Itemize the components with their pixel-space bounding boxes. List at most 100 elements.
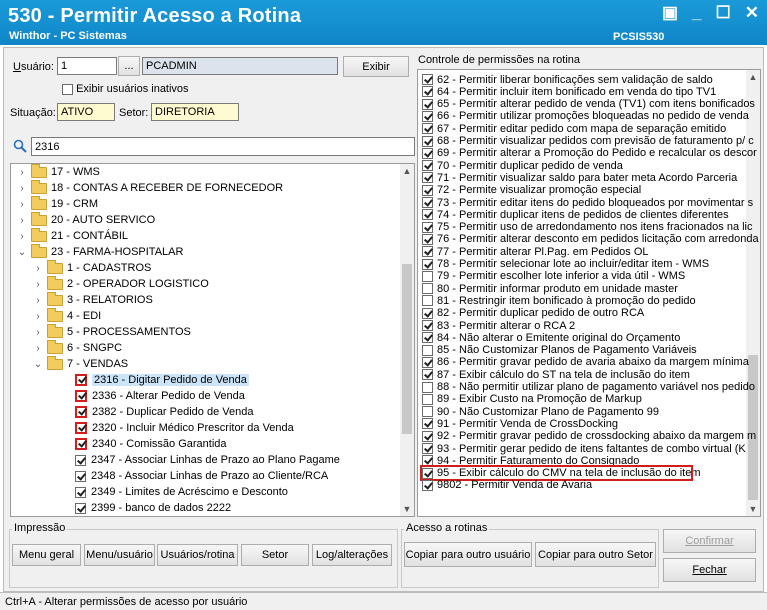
permission-checkbox[interactable] [422,209,433,221]
permission-item[interactable]: 78 - Permitir selecionar lote ao incluir… [422,258,709,271]
permission-checkbox[interactable] [422,270,433,282]
permission-item[interactable]: 69 - Permitir alterar a Promoção do Pedi… [422,147,757,160]
permission-checkbox[interactable] [422,98,433,110]
permission-item[interactable]: 79 - Permitir escolher lote inferior a v… [422,270,685,283]
chevron-right-icon[interactable]: › [17,231,27,242]
chevron-right-icon[interactable]: › [17,167,27,178]
permission-item[interactable]: 74 - Permitir duplicar itens de pedidos … [422,208,729,221]
routine-checkbox[interactable] [75,502,86,514]
routine-checkbox[interactable] [75,486,86,498]
permission-checkbox[interactable] [422,74,433,85]
permission-item[interactable]: 93 - Permitir gerar pedido de itens falt… [422,442,746,455]
chevron-right-icon[interactable]: › [33,327,43,338]
permission-checkbox[interactable] [422,320,433,331]
tree-folder-item[interactable]: ⌄ 23 - FARMA-HOSPITALAR [17,243,183,260]
scroll-thumb[interactable] [748,355,758,500]
permission-item[interactable]: 75 - Permitir uso de arredondamento nos … [422,221,753,234]
confirm-button[interactable]: Confirmar [663,529,756,553]
tree-folder-item[interactable]: › 21 - CONTÁBIL [17,227,128,244]
permission-checkbox[interactable] [422,160,433,172]
permission-checkbox[interactable] [422,86,433,98]
permission-item[interactable]: 9802 - Permitir Venda de Avaria [422,479,592,492]
permission-checkbox[interactable] [422,356,433,368]
permission-item[interactable]: 66 - Permitir utilizar promoções bloquea… [422,110,749,123]
scroll-down-icon[interactable]: ▼ [400,502,414,516]
permission-checkbox[interactable] [422,443,433,454]
scroll-thumb[interactable] [402,264,412,434]
permission-checkbox[interactable] [422,221,433,233]
scroll-up-icon[interactable]: ▲ [400,164,414,178]
tree-routine-item[interactable]: 2336 - Alterar Pedido de Venda [75,388,245,404]
permission-item[interactable]: 67 - Permitir editar pedido com mapa de … [422,122,726,135]
chevron-right-icon[interactable]: › [17,199,27,210]
scroll-down-icon[interactable]: ▼ [746,502,760,516]
permission-checkbox[interactable] [422,307,433,319]
permission-item[interactable]: 82 - Permitir duplicar pedido de outro R… [422,307,644,320]
permission-checkbox[interactable] [422,110,433,122]
tree-folder-item[interactable]: › 17 - WMS [17,164,100,180]
permission-item[interactable]: 92 - Permitir gravar pedido de crossdock… [422,430,756,443]
permission-item[interactable]: 90 - Não Customizar Plano de Pagamento 9… [422,405,659,418]
print-sector-button[interactable]: Setor [241,544,309,566]
permission-checkbox[interactable] [422,233,433,245]
copy-to-sector-button[interactable]: Copiar para outro Setor [535,542,656,567]
permission-item[interactable]: 62 - Permitir liberar bonificações sem v… [422,73,713,86]
permission-checkbox[interactable] [422,246,433,258]
permission-item[interactable]: 70 - Permitir duplicar pedido de venda [422,159,623,172]
tree-routine-item[interactable]: 2320 - Incluir Médico Prescritor da Vend… [75,420,294,436]
show-inactive-checkbox[interactable] [62,83,73,95]
permission-checkbox[interactable] [422,135,433,147]
tree-folder-item[interactable]: ⌄ 7 - VENDAS [33,355,128,372]
permission-checkbox[interactable] [422,184,433,196]
permission-item[interactable]: 76 - Permitir alterar desconto em pedido… [422,233,759,246]
permission-item[interactable]: 72 - Permite visualizar promoção especia… [422,184,641,197]
routine-checkbox[interactable] [75,390,87,402]
print-user-menu-button[interactable]: Menu/usuário [84,544,155,566]
permission-item[interactable]: 81 - Restringir item bonificado à promoç… [422,294,696,307]
permission-checkbox[interactable] [422,147,433,159]
tree-routine-item[interactable]: 2316 - Digitar Pedido de Venda [75,372,249,388]
permission-checkbox[interactable] [422,172,433,184]
routine-checkbox[interactable] [75,422,87,434]
chevron-right-icon[interactable]: › [17,215,27,226]
permission-checkbox[interactable] [422,332,433,344]
permission-checkbox[interactable] [422,344,433,356]
permission-checkbox[interactable] [422,393,433,405]
tree-routine-item[interactable]: 2349 - Limites de Acréscimo e Desconto [75,484,288,500]
tree-folder-item[interactable]: ›8 - CONTRATO DE PARCERIA [47,515,56,516]
tree-routine-item[interactable]: 2382 - Duplicar Pedido de Venda [75,404,253,420]
permission-item[interactable]: 91 - Permitir Venda de CrossDocking [422,417,618,430]
print-change-log-button[interactable]: Log/alterações [312,544,392,566]
tree-folder-item[interactable]: › 1 - CADASTROS [33,259,151,276]
chevron-right-icon[interactable]: › [33,311,43,322]
permission-item[interactable]: 65 - Permitir alterar pedido de venda (T… [422,98,755,111]
permission-item[interactable]: 89 - Exibir Custo na Promoção de Markup [422,393,642,406]
chevron-right-icon[interactable]: › [33,343,43,354]
routine-checkbox[interactable] [75,374,87,386]
chevron-right-icon[interactable]: › [33,263,43,274]
tree-folder-item[interactable]: › 6 - SNGPC [33,339,122,356]
routine-search-input[interactable] [31,137,415,156]
tree-routine-item[interactable]: 2340 - Comissão Garantida [75,436,227,452]
user-lookup-button[interactable]: ... [118,56,140,76]
tree-scrollbar[interactable]: ▲ ▼ [400,164,414,516]
routine-checkbox[interactable] [75,470,86,482]
tree-folder-item[interactable]: › 20 - AUTO SERVICO [17,211,155,228]
chevron-right-icon[interactable]: › [17,183,27,194]
tree-folder-item[interactable]: › 4 - EDI [33,307,101,324]
permission-item[interactable]: 68 - Permitir visualizar pedidos com pre… [422,135,754,148]
permission-checkbox[interactable] [422,479,433,491]
permission-item[interactable]: 64 - Permitir incluir item bonificado em… [422,85,716,98]
print-users-routine-button[interactable]: Usuários/rotina [157,544,238,566]
chevron-down-icon[interactable]: ⌄ [17,247,27,258]
permission-item[interactable]: 86 - Permitir gravar pedido de avaria ab… [422,356,749,369]
permission-checkbox[interactable] [422,369,433,381]
permission-checkbox[interactable] [422,283,433,295]
routine-tree[interactable]: ▲ ▼ › 17 - WMS › 18 - CONTAS A RECEBER DE F… [10,163,415,517]
permissions-list[interactable]: ▲ ▼ 62 - Permitir liberar bonificações s… [417,69,761,517]
routine-checkbox[interactable] [75,438,87,450]
permission-checkbox[interactable] [422,123,433,135]
chevron-right-icon[interactable]: › [33,279,43,290]
maximize-icon[interactable]: ☐ [716,3,731,23]
permission-item[interactable]: 80 - Permitir informar produto em unidad… [422,282,678,295]
